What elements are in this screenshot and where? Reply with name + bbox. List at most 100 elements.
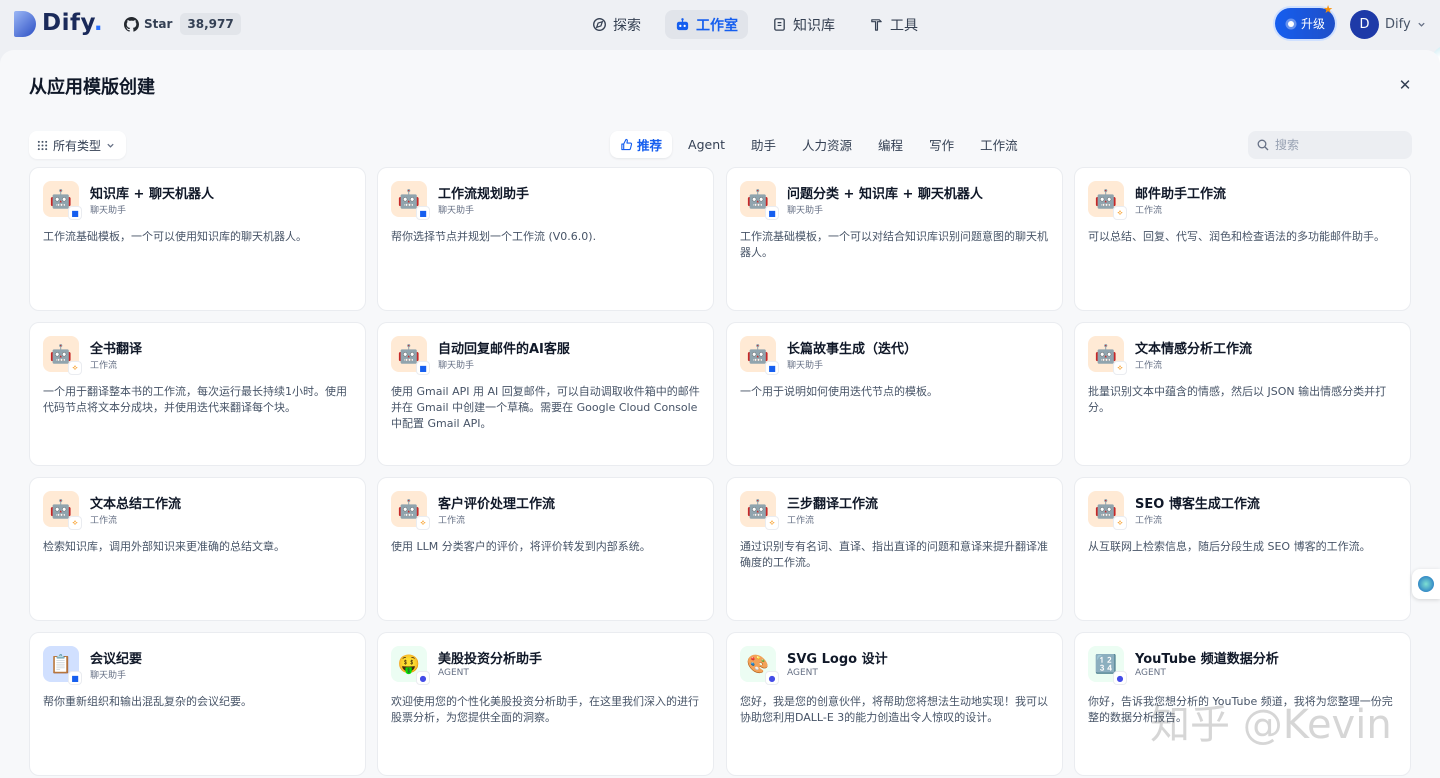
chat-badge-icon: ■ (416, 206, 430, 220)
template-name: 会议纪要 (90, 652, 143, 667)
template-card[interactable]: 📋 ■ 会议纪要 聊天助手 帮你重新组织和输出混乱复杂的会议纪要。 (29, 632, 366, 776)
workflow-badge-icon: ⟡ (765, 516, 779, 530)
search-input[interactable] (1275, 138, 1395, 152)
template-card[interactable]: 🤖 ⟡ 全书翻译 工作流 一个用于翻译整本书的工作流，每次运行最长持续1小时。使用代码节… (29, 322, 366, 466)
template-type: 工作流 (787, 516, 815, 526)
template-name: SEO 博客生成工作流 (1135, 497, 1260, 512)
template-description: 欢迎使用您的个性化美股投资分析助手，在这里我们深入的进行股票分析，为您提供全面的… (391, 695, 699, 724)
template-type: 聊天助手 (90, 206, 127, 216)
nav-knowledge[interactable]: 知识库 (762, 10, 845, 39)
nav-explore[interactable]: 探索 (582, 10, 651, 39)
search-icon (1257, 139, 1269, 151)
template-name: 文本总结工作流 (90, 497, 182, 512)
workflow-badge-icon: ⟡ (1113, 361, 1127, 375)
user-menu[interactable]: D Dify (1350, 10, 1426, 39)
template-description: 您好，我是您的创意伙伴，将帮助您将想法生动地实现！我可以协助您利用DALL-E … (740, 695, 1048, 724)
template-name: 问题分类 + 知识库 + 聊天机器人 (787, 187, 983, 202)
template-type: 聊天助手 (787, 361, 824, 371)
github-star-widget[interactable]: Star 38,977 (122, 12, 241, 36)
nav-tools-label: 工具 (890, 17, 918, 34)
workflow-badge-icon: ⟡ (68, 516, 82, 530)
upgrade-button[interactable]: 升级 ★ (1275, 3, 1335, 39)
template-name: 知识库 + 聊天机器人 (90, 187, 214, 202)
chat-badge-icon: ■ (68, 671, 82, 685)
top-bar: Dify. Star 38,977 探索 工作室 知识库 工具 升级 ★ D D… (0, 0, 1440, 50)
nav-studio[interactable]: 工作室 (665, 10, 748, 39)
thumbs-up-icon (621, 138, 633, 151)
template-type: AGENT (438, 668, 469, 678)
template-type: 聊天助手 (787, 206, 824, 216)
template-type: 聊天助手 (438, 361, 475, 371)
tab-writing[interactable]: 写作 (919, 131, 964, 158)
upgrade-label: 升级 (1300, 17, 1325, 31)
template-card[interactable]: 🤖 ⟡ 文本总结工作流 工作流 检索知识库，调用外部知识来更准确的总结文章。 (29, 477, 366, 621)
template-type: 工作流 (90, 516, 118, 526)
template-name: 全书翻译 (90, 342, 143, 357)
close-button[interactable]: ✕ (1396, 76, 1414, 94)
workflow-badge-icon: ⟡ (68, 361, 82, 375)
user-name: Dify (1385, 17, 1411, 32)
tab-programming[interactable]: 编程 (868, 131, 913, 158)
watermark: 知乎 @Kevin (1150, 702, 1392, 748)
template-card[interactable]: 🤖 ■ 知识库 + 聊天机器人 聊天助手 工作流基础模板，一个可以使用知识库的聊天机器人… (29, 167, 366, 311)
template-name: 长篇故事生成（迭代） (787, 342, 918, 357)
template-card[interactable]: 🤖 ■ 自动回复邮件的AI客服 聊天助手 使用 Gmail API 用 AI 回复邮件，… (377, 322, 714, 466)
template-name: SVG Logo 设计 (787, 652, 888, 667)
chat-badge-icon: ■ (416, 361, 430, 375)
template-type: 工作流 (1135, 206, 1163, 216)
template-card[interactable]: 🤖 ⟡ SEO 博客生成工作流 工作流 从互联网上检索信息，随后分段生成 SEO 博客的… (1074, 477, 1411, 621)
agent-badge-icon: ● (1113, 671, 1127, 685)
tab-assistant[interactable]: 助手 (741, 131, 786, 158)
template-card[interactable]: 🤖 ■ 长篇故事生成（迭代） 聊天助手 一个用于说明如何使用迭代节点的模板。 (726, 322, 1063, 466)
tab-agent[interactable]: Agent (678, 131, 735, 158)
template-card[interactable]: 🤖 ⟡ 客户评价处理工作流 工作流 使用 LLM 分类客户的评价，将评价转发到内部系统。 (377, 477, 714, 621)
template-name: 自动回复邮件的AI客服 (438, 342, 570, 357)
template-card[interactable]: 🤖 ⟡ 文本情感分析工作流 工作流 批量识别文本中蕴含的情感，然后以 JSON 输出情感… (1074, 322, 1411, 466)
template-name: 文本情感分析工作流 (1135, 342, 1253, 357)
tab-recommended[interactable]: 推荐 (610, 131, 673, 158)
chevron-down-icon (1418, 22, 1425, 27)
template-card[interactable]: 🤖 ■ 工作流规划助手 聊天助手 帮你选择节点并规划一个工作流 (V0.6.0). (377, 167, 714, 311)
template-description: 可以总结、回复、代写、润色和检查语法的多功能邮件助手。 (1088, 230, 1385, 243)
github-star-count[interactable]: 38,977 (180, 13, 241, 35)
tab-hr[interactable]: 人力资源 (792, 131, 862, 158)
template-description: 使用 LLM 分类客户的评价，将评价转发到内部系统。 (391, 540, 651, 553)
template-card[interactable]: 🤖 ⟡ 邮件助手工作流 工作流 可以总结、回复、代写、润色和检查语法的多功能邮件助手。 (1074, 167, 1411, 311)
type-filter-select[interactable]: 所有类型 (29, 131, 126, 159)
template-type: 聊天助手 (90, 671, 127, 681)
template-type: 工作流 (90, 361, 118, 371)
search-box[interactable] (1248, 131, 1412, 159)
template-description: 一个用于翻译整本书的工作流，每次运行最长持续1小时。使用代码节点将文本分成块，并… (43, 385, 347, 414)
chat-badge-icon: ■ (765, 361, 779, 375)
category-tabs: 推荐 Agent 助手 人力资源 编程 写作 工作流 (610, 131, 1028, 158)
github-icon (124, 16, 139, 32)
logo-text: Dify (42, 10, 94, 36)
tab-workflow[interactable]: 工作流 (970, 131, 1028, 158)
template-name: YouTube 频道数据分析 (1135, 652, 1279, 667)
template-type: 工作流 (1135, 361, 1163, 371)
template-card[interactable]: 🤑 ● 美股投资分析助手 AGENT 欢迎使用您的个性化美股投资分析助手，在这里我们深入… (377, 632, 714, 776)
template-card[interactable]: 🤖 ⟡ 三步翻译工作流 工作流 通过识别专有名词、直译、指出直译的问题和意译来提升翻译准… (726, 477, 1063, 621)
hammer-icon (871, 19, 882, 31)
template-description: 通过识别专有名词、直译、指出直译的问题和意译来提升翻译准确度的工作流。 (740, 540, 1048, 569)
template-name: 客户评价处理工作流 (438, 497, 556, 512)
github-star-label: Star (144, 17, 173, 31)
template-description: 帮你选择节点并规划一个工作流 (V0.6.0). (391, 230, 597, 243)
floating-assistant-widget[interactable] (1412, 569, 1440, 599)
template-description: 帮你重新组织和输出混乱复杂的会议纪要。 (43, 695, 252, 708)
template-card[interactable]: 🤖 ■ 问题分类 + 知识库 + 聊天机器人 聊天助手 工作流基础模板，一个可以对结合知… (726, 167, 1063, 311)
template-description: 工作流基础模板，一个可以使用知识库的聊天机器人。 (43, 230, 307, 243)
workflow-badge-icon: ⟡ (1113, 206, 1127, 220)
template-card[interactable]: 🎨 ● SVG Logo 设计 AGENT 您好，我是您的创意伙伴，将帮助您将想法生动地… (726, 632, 1063, 776)
template-description: 批量识别文本中蕴含的情感，然后以 JSON 输出情感分类并打分。 (1088, 385, 1387, 414)
nav-explore-label: 探索 (613, 17, 641, 34)
nav-studio-label: 工作室 (696, 17, 738, 34)
book-icon (774, 18, 785, 31)
template-name: 美股投资分析助手 (438, 652, 543, 667)
agent-badge-icon: ● (765, 671, 779, 685)
avatar[interactable]: D (1350, 10, 1379, 39)
template-type: AGENT (1135, 668, 1166, 678)
dify-logo[interactable]: Dify. (14, 9, 103, 37)
nav-tools[interactable]: 工具 (859, 10, 928, 39)
dify-logo-mark (14, 9, 38, 37)
